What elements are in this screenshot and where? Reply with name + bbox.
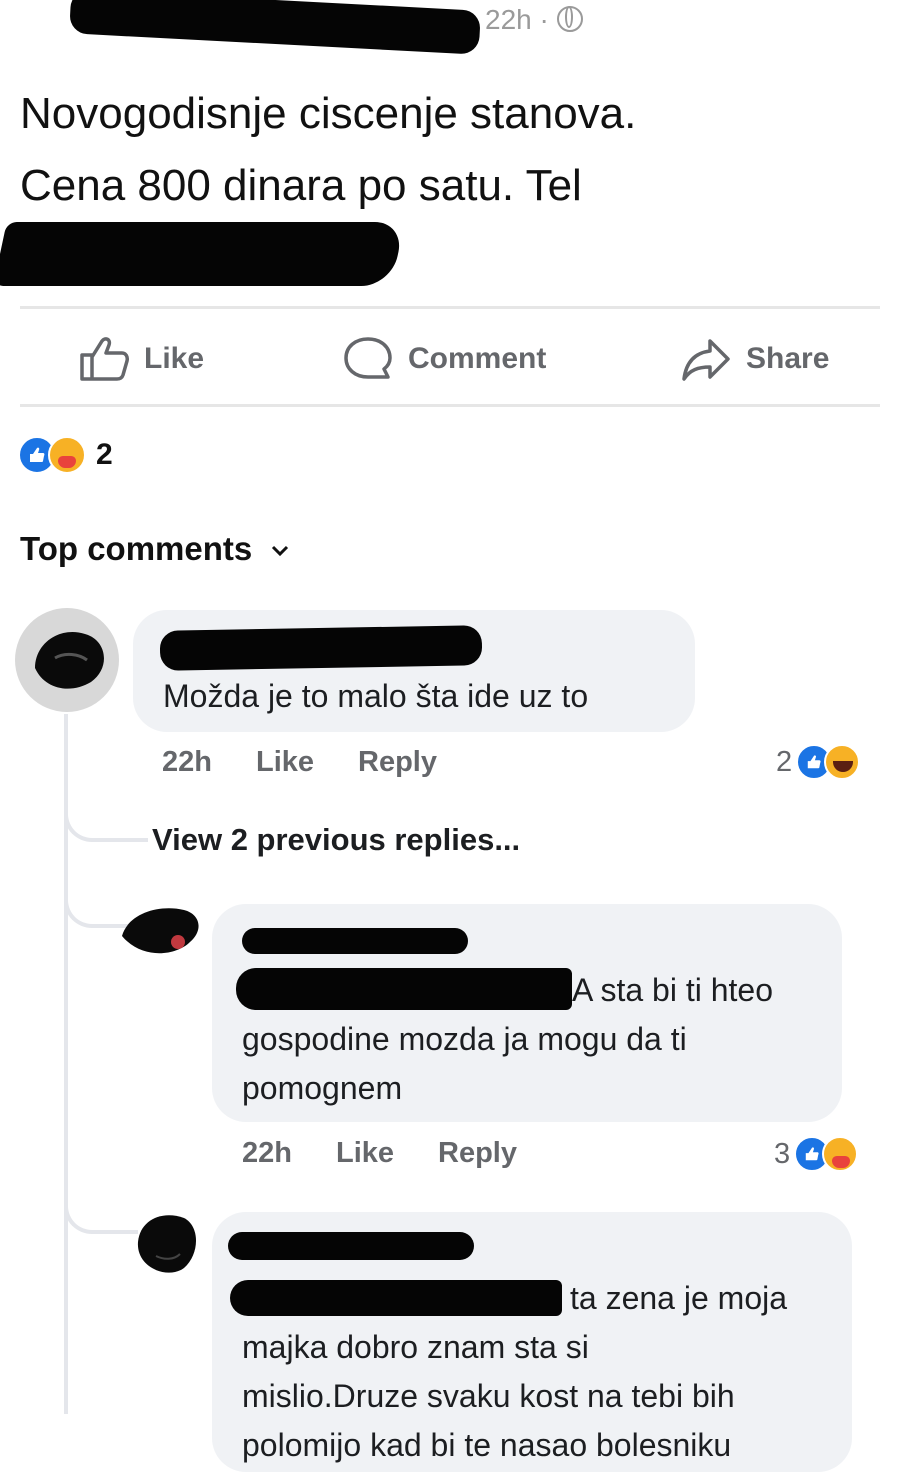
share-label: Share (746, 342, 830, 375)
care-icon (48, 436, 86, 474)
avatar[interactable] (132, 1208, 202, 1278)
comment-like-link[interactable]: Like (256, 746, 314, 779)
reply-reaction-count: 3 (774, 1137, 791, 1170)
top-comments-filter[interactable]: Top comments (20, 530, 293, 568)
reaction-summary[interactable]: 2 (18, 436, 113, 474)
post-time: 22h · (485, 4, 549, 35)
comment-bubble-icon (344, 337, 392, 379)
reply-like-link[interactable]: Like (336, 1137, 394, 1170)
view-previous-replies-link[interactable]: View 2 previous replies... (152, 822, 520, 858)
reply-meta: 22h Like Reply (242, 1137, 517, 1170)
reply-connector (64, 1190, 138, 1234)
reply-text-line-1: A sta bi ti hteo (572, 972, 774, 1008)
reply-text-line-2: gospodine mozda ja mogu da ti (242, 1021, 687, 1057)
comment-button[interactable]: Comment (342, 334, 546, 384)
reply-text: ta zena je moja majka dobro znam sta si … (242, 1274, 842, 1470)
comment-reply-link[interactable]: Reply (358, 746, 437, 779)
avatar[interactable] (15, 608, 119, 712)
redacted-phone-number (0, 222, 405, 286)
share-button[interactable]: Share (680, 334, 829, 384)
reaction-count: 2 (96, 438, 113, 471)
comment-time: 22h (162, 746, 212, 778)
post-divider-top (20, 306, 880, 309)
reply-connector (64, 790, 148, 842)
reply-text-line-1: ta zena je moja (570, 1280, 788, 1316)
reply-reactions[interactable]: 3 (774, 1136, 859, 1172)
redacted-author-name (69, 0, 481, 55)
redacted-reply-author (228, 1232, 474, 1260)
like-label: Like (144, 342, 205, 375)
like-button[interactable]: Like (78, 334, 204, 384)
share-arrow-icon (682, 339, 730, 381)
reply-reply-link[interactable]: Reply (438, 1137, 517, 1170)
reply-time: 22h (242, 1137, 292, 1169)
care-icon (822, 1136, 859, 1172)
reply-text-line-2: majka dobro znam sta si (242, 1329, 589, 1365)
globe-icon (556, 6, 583, 32)
comment-reactions[interactable]: 2 (776, 744, 861, 780)
post-divider-bottom (20, 404, 880, 407)
avatar[interactable] (118, 902, 204, 964)
post-text: Novogodisnje ciscenje stanova. Cena 800 … (20, 78, 880, 222)
comment-label: Comment (408, 342, 547, 375)
reply-text: A sta bi ti hteo gospodine mozda ja mogu… (242, 966, 832, 1113)
chevron-down-icon (272, 546, 289, 557)
reply-text-line-3: mislio.Druze svaku kost na tebi bih (242, 1378, 735, 1414)
thumbs-up-icon (80, 337, 129, 381)
redacted-reply-author (242, 928, 468, 954)
redacted-commenter-name (159, 625, 483, 671)
comment-meta: 22h Like Reply (162, 746, 437, 779)
comment-text: Možda je to malo šta ide uz to (163, 678, 589, 714)
post-text-line-2: Cena 800 dinara po satu. Tel (20, 161, 582, 210)
reply-text-line-3: pomognem (242, 1070, 403, 1106)
top-comments-label: Top comments (20, 530, 253, 567)
post-meta: 22h · (485, 4, 583, 36)
haha-icon (824, 744, 861, 780)
reply-text-line-4: polomijo kad bi te nasao bolesniku (242, 1427, 732, 1463)
post-text-line-1: Novogodisnje ciscenje stanova. (20, 89, 637, 138)
comment-reaction-count: 2 (776, 745, 793, 778)
